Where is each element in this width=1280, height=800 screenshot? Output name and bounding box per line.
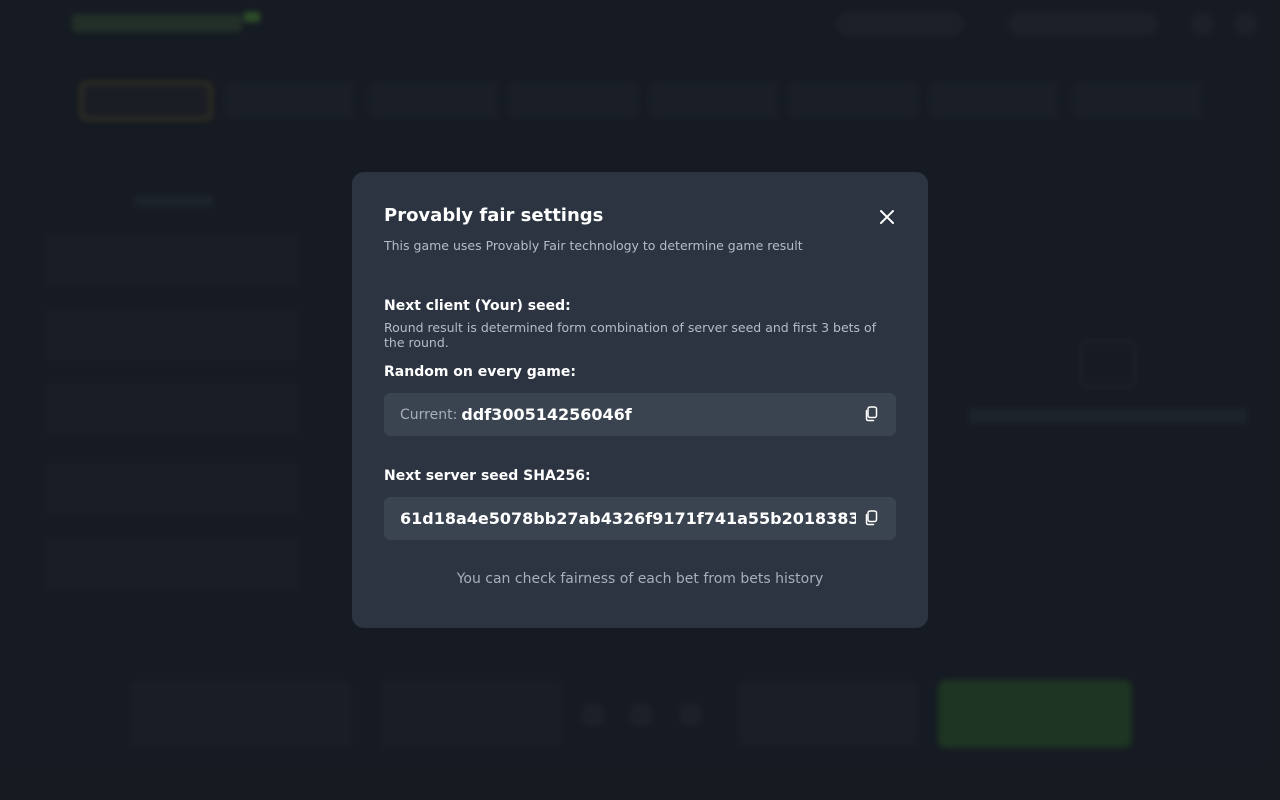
modal-title: Provably fair settings [384, 205, 604, 226]
client-seed-label: Next client (Your) seed: [384, 298, 571, 314]
client-seed-description: Round result is determined form combinat… [384, 320, 877, 350]
provably-fair-modal: Provably fair settings This game uses Pr… [352, 172, 928, 628]
server-seed-value: 61d18a4e5078bb27ab4326f9171f741a55b20183… [400, 509, 856, 528]
copy-icon[interactable] [864, 510, 878, 526]
modal-subtitle: This game uses Provably Fair technology … [384, 238, 803, 253]
fairness-note: You can check fairness of each bet from … [456, 571, 824, 587]
client-seed-value: ddf300514256046f [461, 405, 632, 424]
copy-icon[interactable] [864, 406, 878, 422]
server-seed-field[interactable]: 61d18a4e5078bb27ab4326f9171f741a55b20183… [384, 497, 896, 540]
server-seed-label: Next server seed SHA256: [384, 468, 591, 484]
close-icon[interactable] [878, 208, 896, 226]
client-seed-mode-label: Random on every game: [384, 364, 576, 380]
client-seed-field[interactable]: Current: ddf300514256046f [384, 393, 896, 436]
current-label: Current: [400, 406, 458, 423]
